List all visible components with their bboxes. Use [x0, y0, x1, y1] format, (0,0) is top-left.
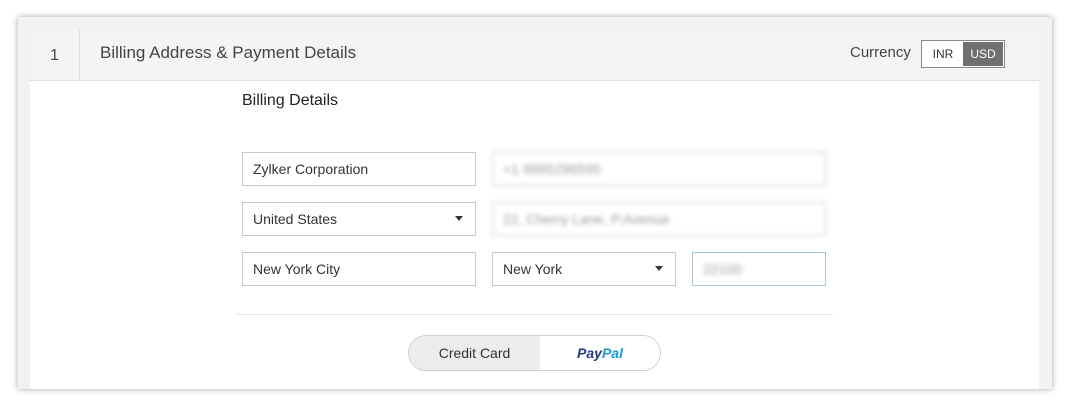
zip-field[interactable]: 22100	[692, 252, 826, 286]
paypal-option[interactable]: PayPal	[540, 336, 660, 370]
section-title: Billing Address & Payment Details	[100, 43, 357, 62]
billing-payment-card: 1 Billing Address & Payment Details Curr…	[30, 30, 1039, 389]
country-value: United States	[253, 211, 338, 227]
paypal-logo-part1: Pay	[577, 345, 602, 361]
currency-option-inr[interactable]: INR	[923, 42, 963, 66]
state-select[interactable]: New York	[492, 252, 676, 286]
billing-details-title: Billing Details	[242, 92, 339, 109]
phone-field[interactable]: +1 9995296595	[492, 152, 826, 186]
address-field[interactable]: 22, Cherry Lane, P.Avenue	[492, 202, 826, 236]
payment-method-toggle: Credit Card PayPal	[408, 335, 661, 371]
currency-toggle: INR USD	[921, 40, 1005, 68]
city-field[interactable]: New York City	[242, 252, 476, 286]
state-value: New York	[503, 261, 563, 277]
paypal-logo-part2: Pal	[601, 345, 623, 361]
credit-card-option[interactable]: Credit Card	[409, 336, 540, 370]
chevron-down-icon	[455, 216, 463, 221]
section-header[interactable]: 1 Billing Address & Payment Details Curr…	[30, 30, 1039, 81]
currency-option-usd[interactable]: USD	[963, 42, 1003, 66]
divider	[236, 314, 833, 315]
country-select[interactable]: United States	[242, 202, 476, 236]
chevron-down-icon	[655, 266, 663, 271]
currency-label: Currency	[850, 44, 911, 61]
step-number: 1	[30, 30, 80, 80]
company-name-field[interactable]: Zylker Corporation	[242, 152, 476, 186]
zip-value: 22100	[703, 261, 742, 277]
